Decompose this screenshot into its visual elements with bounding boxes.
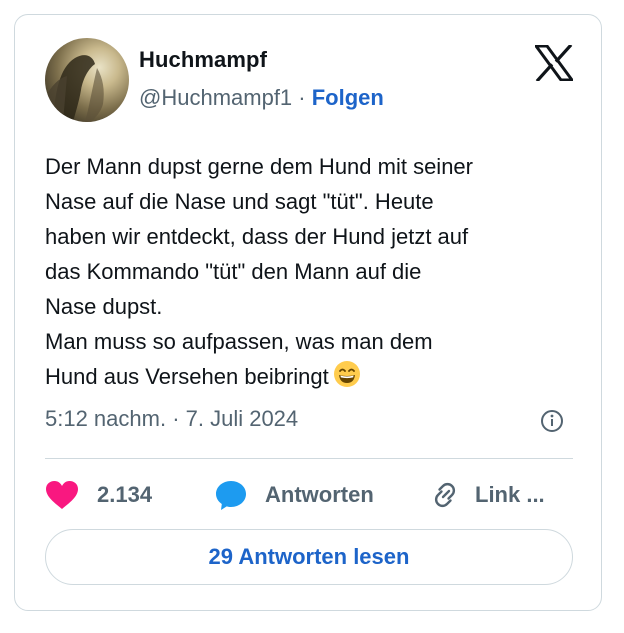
- tweet-card: Huchmampf @Huchmampf1 · Folgen Der Mann …: [14, 14, 602, 611]
- tweet-line: Nase dupst.: [45, 294, 163, 319]
- tweet-line: Hund aus Versehen beibringt: [45, 364, 329, 389]
- tweet-text: Der Mann dupst gerne dem Hund mit seiner…: [45, 149, 575, 398]
- author-display-name[interactable]: Huchmampf: [139, 47, 267, 73]
- like-button[interactable]: 2.134: [45, 477, 152, 513]
- like-count: 2.134: [97, 482, 153, 507]
- tweet-line: Der Mann dupst gerne dem Hund mit seiner: [45, 154, 473, 179]
- author-handle[interactable]: @Huchmampf1: [139, 85, 292, 110]
- grinning-face-emoji-icon: [333, 360, 361, 398]
- reply-bubble-icon: [215, 479, 247, 511]
- follow-button[interactable]: Folgen: [312, 85, 384, 110]
- link-icon: [429, 479, 461, 511]
- tweet-line-last: Hund aus Versehen beibringt: [45, 359, 575, 398]
- tweet-line: Man muss so aufpassen, was man dem: [45, 329, 433, 354]
- tweet-timestamp[interactable]: 5:12 nachm. · 7. Juli 2024: [45, 406, 298, 432]
- tweet-line: das Kommando "tüt" den Mann auf die: [45, 259, 422, 284]
- read-replies-button[interactable]: 29 Antworten lesen: [45, 529, 573, 585]
- handle-separator: ·: [292, 85, 312, 110]
- heart-icon: [45, 480, 79, 510]
- copy-link-label: Link ...: [475, 482, 545, 507]
- reply-label: Antworten: [265, 482, 374, 507]
- copy-link-button[interactable]: Link ...: [429, 477, 545, 513]
- divider: [45, 458, 573, 459]
- tweet-line: Nase auf die Nase und sagt "tüt". Heute: [45, 189, 434, 214]
- reply-button[interactable]: Antworten: [215, 477, 374, 513]
- avatar[interactable]: [45, 38, 129, 122]
- x-logo-icon[interactable]: [533, 43, 575, 83]
- tweet-line: haben wir entdeckt, dass der Hund jetzt …: [45, 224, 469, 249]
- author-handle-row: @Huchmampf1 · Folgen: [139, 85, 384, 111]
- info-icon[interactable]: [540, 409, 564, 433]
